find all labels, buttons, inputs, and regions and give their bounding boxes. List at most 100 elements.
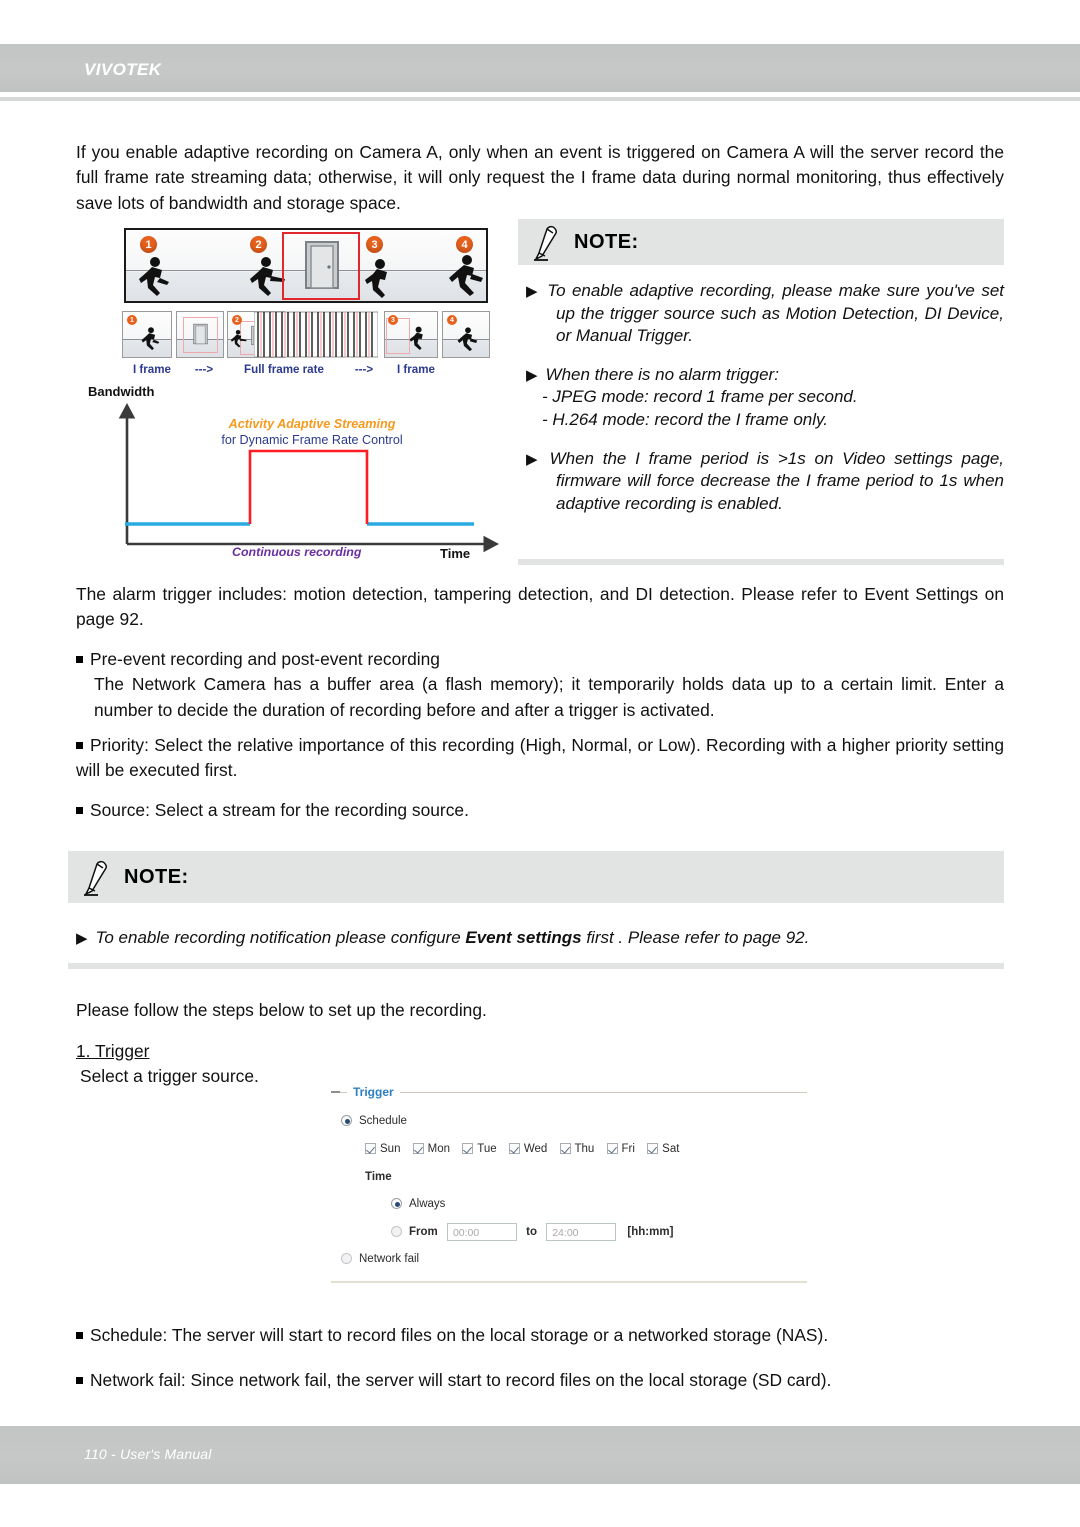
adaptive-recording-diagram: 1 2 3 4 1 2 3 4 I frame ---> Full frame …: [108, 225, 503, 385]
door-icon: [305, 241, 339, 289]
radio-schedule[interactable]: [341, 1115, 352, 1126]
note-2-body: ▶ To enable recording notification please…: [76, 927, 1004, 950]
checkbox-item-mon[interactable]: Mon: [412, 1143, 451, 1155]
bullet-source: Source: Select a stream for the recordin…: [76, 798, 1004, 823]
checkbox-fri[interactable]: [606, 1143, 618, 1154]
radio-from[interactable]: [391, 1226, 402, 1238]
scene-badge-1: 1: [140, 236, 157, 253]
checkbox-sat[interactable]: [647, 1143, 659, 1154]
panel-bottom-rule: [331, 1281, 807, 1283]
trigger-settings-panel: Trigger Schedule Sun Mon Tue Wed Thu Fri…: [315, 1081, 807, 1296]
chart-x-axis-title: Time: [440, 546, 471, 561]
panel-collapse-icon[interactable]: [331, 1091, 340, 1093]
chart-annotation-primary: Activity Adaptive Streaming: [228, 417, 396, 431]
square-bullet-icon-5: [76, 1377, 83, 1384]
radio-network-fail[interactable]: [341, 1253, 352, 1264]
thumb-badge-2: 2: [232, 315, 242, 325]
note-1-body: ▶ To enable adaptive recording, please ma…: [526, 280, 1004, 515]
note-2-text-part2: first . Please refer to page 92.: [581, 928, 810, 947]
note-2-title: NOTE:: [124, 865, 189, 888]
bullet-source-head: Source: Select a stream for the recordin…: [90, 800, 469, 820]
chart-annotation-secondary: for Dynamic Frame Rate Control: [221, 433, 403, 447]
thumb-badge-3: 3: [388, 315, 398, 325]
runner-figure-4: [449, 255, 483, 296]
checkbox-item-sun[interactable]: Sun: [365, 1143, 400, 1155]
weekday-checkbox-row[interactable]: Sun Mon Tue Wed Thu Fri Sat: [365, 1143, 688, 1155]
checkbox-wed-label: Wed: [523, 1143, 548, 1155]
note-bullet-icon-3: ▶: [526, 450, 542, 468]
checkbox-wed[interactable]: [508, 1143, 520, 1154]
radio-schedule-row[interactable]: Schedule: [341, 1115, 407, 1127]
note-1-line-2: ▶ When there is no alarm trigger:: [526, 364, 1004, 387]
panel-top-rule: [331, 1092, 807, 1093]
note-1-line-1: ▶ To enable adaptive recording, please ma…: [526, 280, 1004, 348]
checkbox-thu[interactable]: [559, 1143, 571, 1154]
note-1-title: NOTE:: [574, 230, 639, 253]
note-2-text-bold: Event settings: [465, 928, 582, 947]
diagram-thumbnail-strip: 1 2 3 4: [122, 311, 490, 359]
checkbox-tue-label: Tue: [477, 1143, 497, 1155]
thumb-runner-1: [141, 327, 160, 351]
chart-y-axis-title: Bandwidth: [88, 384, 155, 399]
thumb-door-icon: [193, 323, 208, 345]
checkbox-tue[interactable]: [462, 1143, 474, 1154]
bullet-pre-event: Pre-event recording and post-event recor…: [76, 647, 1004, 723]
to-label: to: [526, 1226, 538, 1239]
radio-from-row[interactable]: From 00:00 to 24:00 [hh:mm]: [391, 1223, 673, 1241]
thumbnail-frame-1: 1: [122, 311, 172, 358]
checkbox-sun[interactable]: [365, 1143, 376, 1154]
step-1-title: 1. Trigger: [76, 1041, 150, 1061]
brand-logo: VIVOTEK: [84, 60, 162, 79]
thumb-runner-2: [230, 330, 247, 348]
time-section-label: Time: [365, 1171, 392, 1183]
note-1-line-3: ▶ When the I frame period is >1s on Video…: [526, 448, 1004, 516]
thumb-badge-1: 1: [127, 315, 137, 325]
checkbox-item-thu[interactable]: Thu: [559, 1143, 594, 1155]
thumbnail-frame-4: 4: [442, 311, 490, 358]
runner-figure-1: [139, 257, 169, 296]
from-time-input[interactable]: 00:00: [446, 1223, 517, 1241]
pencil-icon: [534, 225, 557, 261]
note-2-line: ▶ To enable recording notification please…: [76, 927, 1004, 950]
bullet-pre-event-sub: The Network Camera has a buffer area (a …: [94, 674, 1004, 720]
note-2-bottom-rule: [68, 963, 1004, 969]
checkbox-item-sat[interactable]: Sat: [647, 1143, 679, 1155]
bullet-network-fail: Network fail: Since network fail, the se…: [76, 1368, 1004, 1393]
footer-text: 110 - User's Manual: [84, 1446, 212, 1462]
note-bullet-icon-1: ▶: [526, 283, 540, 300]
frame-burst-icon: [254, 311, 378, 358]
checkbox-mon[interactable]: [412, 1143, 424, 1154]
panel-legend: Trigger: [347, 1085, 400, 1099]
to-time-input[interactable]: 24:00: [546, 1223, 617, 1241]
bullet-schedule-text: Schedule: The server will start to recor…: [90, 1325, 829, 1345]
note-1-text-2: When there is no alarm trigger:: [545, 364, 779, 384]
bullet-pre-event-head: Pre-event recording and post-event recor…: [90, 649, 440, 669]
note-bullet-icon-2: ▶: [526, 366, 538, 384]
note-1-text-1: To enable adaptive recording, please mak…: [547, 281, 1004, 346]
thumb-runner-4: [457, 327, 478, 352]
bullet-priority-head: Priority: Select the relative importance…: [76, 735, 1004, 781]
pencil-icon-2: [84, 860, 107, 896]
square-bullet-icon-4: [76, 1332, 83, 1339]
scene-badge-4: 4: [456, 236, 473, 253]
time-format-hint: [hh:mm]: [627, 1226, 674, 1239]
from-label: From: [409, 1226, 438, 1239]
frame-label-3: --->: [354, 363, 374, 376]
checkbox-item-fri[interactable]: Fri: [606, 1143, 635, 1155]
radio-always-row[interactable]: Always: [391, 1198, 445, 1210]
thumbnail-frame-3: 3: [384, 311, 438, 358]
note-2-bullet-icon: ▶: [76, 930, 88, 947]
radio-schedule-label: Schedule: [359, 1115, 407, 1127]
square-bullet-icon-2: [76, 742, 83, 749]
radio-network-fail-row[interactable]: Network fail: [341, 1253, 419, 1265]
note-2-header: NOTE:: [68, 851, 1004, 903]
steps-intro: Please follow the steps below to set up …: [76, 1000, 487, 1020]
header-band: [0, 44, 1080, 92]
note-2-text-part1: To enable recording notification please …: [95, 928, 466, 947]
checkbox-item-tue[interactable]: Tue: [462, 1143, 497, 1155]
checkbox-mon-label: Mon: [427, 1143, 451, 1155]
radio-always[interactable]: [391, 1198, 402, 1209]
note-1-subline-1: - JPEG mode: record 1 frame per second.: [542, 387, 858, 407]
checkbox-item-wed[interactable]: Wed: [508, 1143, 548, 1155]
intro-paragraph: If you enable adaptive recording on Came…: [76, 142, 1004, 213]
